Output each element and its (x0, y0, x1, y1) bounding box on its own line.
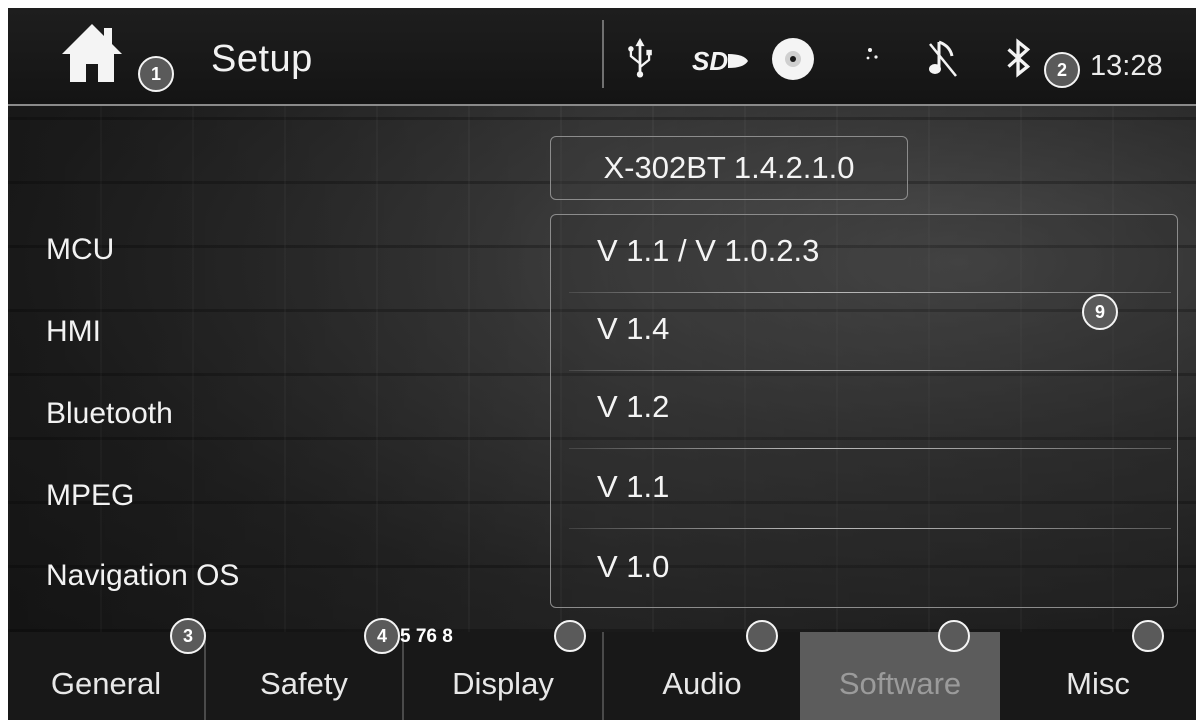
label-bluetooth: Bluetooth (46, 397, 173, 430)
version-row-bluetooth: V 1.2 (551, 371, 1177, 449)
header-bar: Setup SD 13:28 (8, 8, 1196, 106)
usb-icon (628, 38, 652, 78)
mute-icon (929, 40, 957, 77)
tab-misc[interactable]: Misc (1000, 632, 1196, 720)
version-hmi: V 1.4 (597, 311, 670, 346)
night-mode-icon (856, 42, 884, 71)
label-hmi: HMI (46, 315, 101, 348)
version-mcu: V 1.1 / V 1.0.2.3 (597, 233, 820, 268)
version-row-mpeg: V 1.1 (551, 451, 1177, 529)
callout-8 (1132, 620, 1164, 652)
callout-4: 4 (364, 618, 400, 654)
page-title: Setup (211, 38, 313, 80)
version-mpeg: V 1.1 (597, 469, 670, 504)
versions-panel: V 1.1 / V 1.0.2.3 V 1.4 V 1.2 V 1.1 V 1.… (550, 214, 1178, 608)
sd-card-icon: SD (692, 48, 748, 74)
callout-1: 1 (138, 56, 174, 92)
callout-9: 9 (1082, 294, 1118, 330)
home-icon[interactable] (60, 22, 124, 84)
callout-3: 3 (170, 618, 206, 654)
header-divider (602, 20, 604, 88)
version-navigation-os: V 1.0 (597, 549, 670, 584)
version-bluetooth: V 1.2 (597, 389, 670, 424)
bluetooth-icon (1007, 38, 1031, 78)
row-divider (569, 447, 1171, 449)
label-navigation-os: Navigation OS (46, 559, 240, 592)
row-divider (569, 527, 1171, 529)
firmware-version: X-302BT 1.4.2.1.0 (550, 136, 908, 200)
label-mpeg: MPEG (46, 479, 135, 512)
disc-icon (772, 38, 814, 80)
callout-6 (746, 620, 778, 652)
callout-2: 2 (1044, 52, 1080, 88)
callout-7 (938, 620, 970, 652)
callout-5 (554, 620, 586, 652)
label-mcu: MCU (46, 233, 115, 266)
clock: 13:28 (1090, 50, 1163, 82)
callout-5-8-label: 5 76 8 (400, 626, 453, 647)
tab-software[interactable]: Software (800, 632, 1000, 720)
version-row-navigation-os: V 1.0 (551, 531, 1177, 609)
setup-screen: Setup SD 13:28 1 2 X-302BT 1.4.2.1.0 MCU… (8, 8, 1196, 720)
svg-text:SD: SD (692, 48, 728, 74)
version-row-mcu: V 1.1 / V 1.0.2.3 (551, 215, 1177, 293)
